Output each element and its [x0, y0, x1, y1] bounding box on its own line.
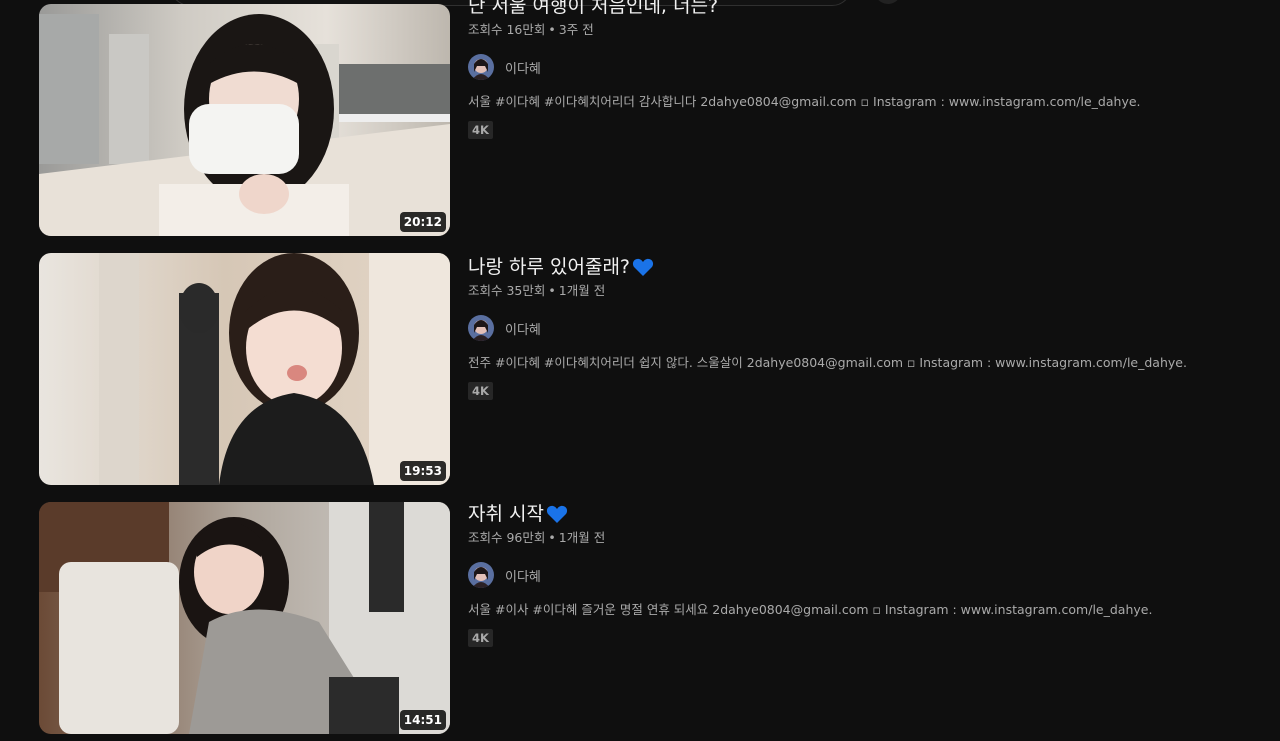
- video-metadata: 조회수 16만회 • 3주 전: [468, 21, 1248, 39]
- quality-badge: 4K: [468, 121, 493, 139]
- quality-badge: 4K: [468, 382, 493, 400]
- thumbnail-image: [39, 502, 450, 734]
- channel-name[interactable]: 이다혜: [505, 566, 541, 585]
- video-result: 20:12 난 서울 여행이 처음인데, 너는? 조회수 16만회 • 3주 전 이…: [39, 0, 1259, 236]
- blue-heart-icon: [632, 257, 654, 277]
- video-duration: 19:53: [399, 461, 446, 481]
- view-count: 조회수 16만회: [468, 22, 546, 37]
- upload-age: 3주 전: [558, 22, 594, 37]
- video-title-text[interactable]: 난 서울 여행이 처음인데, 너는?: [468, 0, 718, 19]
- video-info: 자취 시작 조회수 96만회 • 1개월 전 이다혜 서울 #이사 #이다혜 즐거운…: [468, 500, 1248, 734]
- view-count: 조회수 96만회: [468, 530, 546, 545]
- video-metadata: 조회수 96만회 • 1개월 전: [468, 529, 1248, 547]
- upload-age: 1개월 전: [558, 530, 606, 545]
- blue-heart-icon: [546, 504, 568, 524]
- channel-avatar[interactable]: [468, 562, 494, 588]
- video-thumbnail[interactable]: 14:51: [39, 502, 450, 734]
- meta-separator: •: [548, 22, 556, 37]
- thumbnail-image: [39, 4, 450, 236]
- video-title-text[interactable]: 자취 시작: [468, 501, 544, 527]
- channel-info: 이다혜: [468, 53, 1248, 81]
- video-result: 14:51 자취 시작 조회수 96만회 • 1개월 전 이다혜 서울 #이사 #이…: [39, 502, 1259, 734]
- video-title[interactable]: 나랑 하루 있어줄래?: [468, 254, 1248, 280]
- video-description: 서울 #이사 #이다혜 즐거운 명절 연휴 되세요 2dahye0804@gma…: [468, 602, 1153, 617]
- video-thumbnail[interactable]: 19:53: [39, 253, 450, 485]
- upload-age: 1개월 전: [558, 283, 606, 298]
- meta-separator: •: [548, 283, 556, 298]
- video-duration: 14:51: [399, 710, 446, 730]
- video-result: 19:53 나랑 하루 있어줄래? 조회수 35만회 • 1개월 전 이다혜 전주 …: [39, 253, 1259, 485]
- video-description: 전주 #이다혜 #이다혜치어리더 쉽지 않다. 스울살이 2dahye0804@…: [468, 355, 1187, 370]
- channel-avatar[interactable]: [468, 54, 494, 80]
- video-title[interactable]: 자취 시작: [468, 501, 1248, 527]
- channel-name[interactable]: 이다혜: [505, 58, 541, 77]
- video-description: 서울 #이다혜 #이다혜치어리더 감사합니다 2dahye0804@gmail.…: [468, 94, 1141, 109]
- quality-badge: 4K: [468, 629, 493, 647]
- video-metadata: 조회수 35만회 • 1개월 전: [468, 282, 1248, 300]
- video-info: 나랑 하루 있어줄래? 조회수 35만회 • 1개월 전 이다혜 전주 #이다혜 #…: [468, 253, 1248, 485]
- meta-separator: •: [548, 530, 556, 545]
- view-count: 조회수 35만회: [468, 283, 546, 298]
- channel-info: 이다혜: [468, 314, 1248, 342]
- video-title[interactable]: 난 서울 여행이 처음인데, 너는?: [468, 0, 1248, 19]
- video-title-text[interactable]: 나랑 하루 있어줄래?: [468, 254, 630, 280]
- channel-info: 이다혜: [468, 561, 1248, 589]
- video-thumbnail[interactable]: 20:12: [39, 4, 450, 236]
- channel-name[interactable]: 이다혜: [505, 319, 541, 338]
- video-info: 난 서울 여행이 처음인데, 너는? 조회수 16만회 • 3주 전 이다혜 서울 …: [468, 0, 1248, 236]
- channel-avatar[interactable]: [468, 315, 494, 341]
- video-duration: 20:12: [399, 212, 446, 232]
- thumbnail-image: [39, 253, 450, 485]
